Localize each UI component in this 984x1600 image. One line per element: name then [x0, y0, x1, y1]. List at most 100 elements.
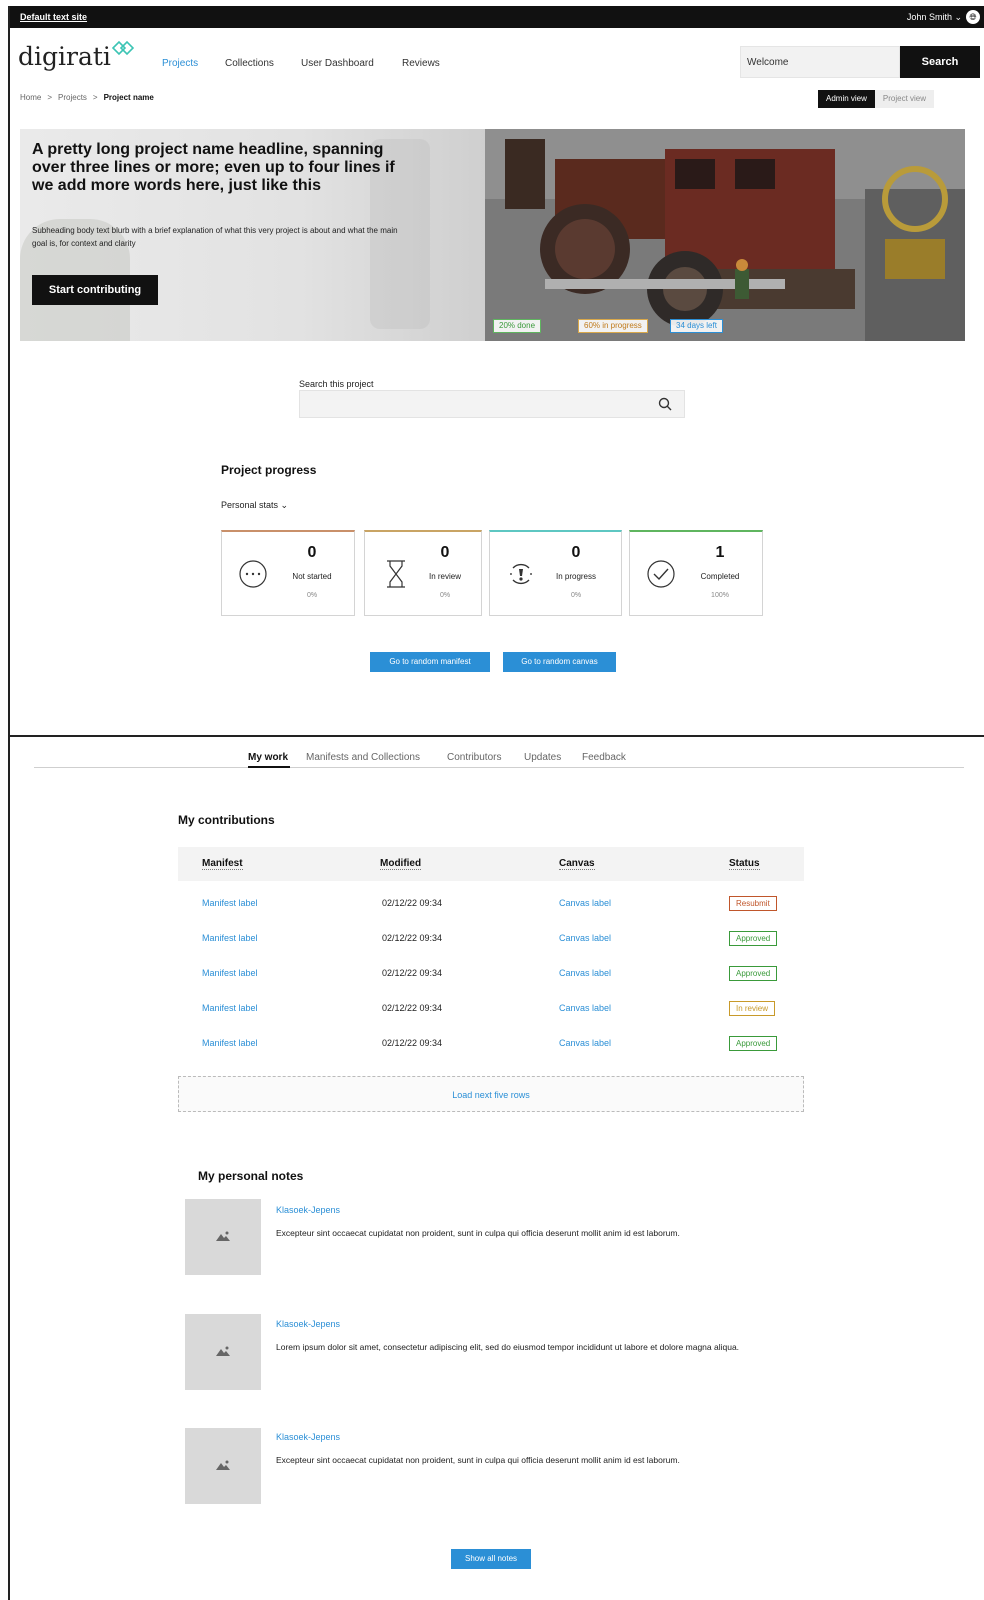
nav-reviews[interactable]: Reviews — [402, 58, 440, 69]
personal-stats-dropdown[interactable]: Personal stats ⌄ — [221, 500, 288, 511]
tab-feedback[interactable]: Feedback — [582, 752, 626, 763]
completed-count: 1 — [715, 544, 725, 561]
canvas-link[interactable]: Canvas label — [559, 933, 611, 943]
search-icon[interactable] — [658, 397, 672, 411]
breadcrumb: Home > Projects > Project name — [20, 93, 154, 102]
manifest-link[interactable]: Manifest label — [202, 898, 258, 908]
canvas-link[interactable]: Canvas label — [559, 968, 611, 978]
breadcrumb-home[interactable]: Home — [20, 93, 41, 102]
in-progress-label: In progress — [555, 572, 597, 581]
status-badge: Resubmit — [729, 896, 777, 911]
nav-projects[interactable]: Projects — [162, 58, 198, 69]
admin-view-button[interactable]: Admin view — [818, 90, 875, 108]
personal-notes-title: My personal notes — [198, 1169, 304, 1183]
in-progress-badge: 60% in progress — [578, 319, 648, 333]
image-placeholder-icon — [216, 1231, 230, 1241]
search-project-label: Search this project — [299, 379, 374, 389]
view-toggle: Admin view Project view — [818, 90, 935, 108]
column-modified[interactable]: Modified — [380, 858, 422, 870]
hourglass-icon — [387, 560, 405, 588]
my-contributions-title: My contributions — [178, 813, 275, 827]
tab-contributors[interactable]: Contributors — [447, 752, 501, 763]
nav-user-dashboard[interactable]: User Dashboard — [301, 58, 374, 69]
in-review-percent: 0% — [439, 592, 451, 599]
check-circle-icon — [647, 560, 675, 588]
project-progress-title: Project progress — [221, 463, 317, 477]
table-header — [178, 847, 804, 881]
note-thumbnail — [185, 1314, 261, 1390]
project-title: A pretty long project name headline, spa… — [32, 141, 395, 194]
card-completed: 1 Completed 100% — [629, 530, 763, 616]
column-manifest[interactable]: Manifest — [202, 858, 243, 870]
modified-date: 02/12/22 09:34 — [382, 933, 443, 943]
status-badge: Approved — [729, 1036, 778, 1051]
tab-my-work[interactable]: My work — [248, 752, 288, 763]
site-search-input[interactable]: Welcome — [740, 46, 900, 78]
manifest-link[interactable]: Manifest label — [202, 968, 258, 978]
page-frame: Default text site John Smith ⌄ 🌐︎ digira… — [8, 6, 984, 1600]
site-search-button[interactable]: Search — [900, 46, 980, 78]
logo-mark-icon — [112, 40, 134, 56]
manifest-link[interactable]: Manifest label — [202, 933, 258, 943]
image-placeholder-icon — [216, 1346, 230, 1356]
modified-date: 02/12/22 09:34 — [382, 1003, 443, 1013]
note-author[interactable]: Klasoek-Jepens — [276, 1319, 340, 1329]
load-more-button[interactable]: Load next five rows — [178, 1076, 804, 1112]
default-site-link[interactable]: Default text site — [20, 12, 87, 22]
in-progress-count: 0 — [571, 544, 581, 561]
card-not-started: 0 Not started 0% — [221, 530, 355, 616]
search-project-input[interactable] — [299, 390, 685, 418]
progress-cycle-icon — [510, 563, 532, 585]
project-subtitle: Subheading body text blurb with a brief … — [32, 226, 398, 248]
manifest-link[interactable]: Manifest label — [202, 1038, 258, 1048]
note-author[interactable]: Klasoek-Jepens — [276, 1432, 340, 1442]
start-contributing-button[interactable]: Start contributing — [32, 275, 158, 305]
column-status[interactable]: Status — [729, 858, 760, 870]
breadcrumb-projects[interactable]: Projects — [58, 93, 87, 102]
manifest-link[interactable]: Manifest label — [202, 1003, 258, 1013]
user-menu[interactable]: John Smith ⌄ — [907, 12, 962, 23]
more-circle-icon — [239, 560, 267, 588]
show-all-notes-button[interactable]: Show all notes — [451, 1549, 531, 1569]
modified-date: 02/12/22 09:34 — [382, 1038, 443, 1048]
note-text: Excepteur sint occaecat cupidatat non pr… — [276, 1455, 680, 1465]
logo[interactable]: digirati — [18, 42, 111, 71]
in-progress-percent: 0% — [570, 592, 582, 599]
note-text: Excepteur sint occaecat cupidatat non pr… — [276, 1228, 680, 1238]
note-thumbnail — [185, 1199, 261, 1275]
tab-bar-line — [34, 767, 964, 768]
done-badge: 20% done — [493, 319, 542, 333]
status-badge: Approved — [729, 966, 778, 981]
hero-banner: A pretty long project name headline, spa… — [20, 129, 965, 341]
random-canvas-button[interactable]: Go to random canvas — [503, 652, 616, 672]
modified-date: 02/12/22 09:34 — [382, 968, 443, 978]
completed-label: Completed — [700, 572, 740, 581]
column-canvas[interactable]: Canvas — [559, 858, 595, 870]
canvas-link[interactable]: Canvas label — [559, 1038, 611, 1048]
note-author[interactable]: Klasoek-Jepens — [276, 1205, 340, 1215]
active-tab-indicator — [248, 766, 290, 768]
in-review-label: In review — [428, 572, 461, 581]
random-manifest-button[interactable]: Go to random manifest — [370, 652, 490, 672]
tab-updates[interactable]: Updates — [524, 752, 561, 763]
note-thumbnail — [185, 1428, 261, 1504]
card-in-review: 0 In review 0% — [364, 530, 482, 616]
status-badge: In review — [729, 1001, 776, 1016]
image-placeholder-icon — [216, 1460, 230, 1470]
not-started-percent: 0% — [306, 592, 318, 599]
top-bar: Default text site John Smith ⌄ 🌐︎ — [10, 6, 984, 28]
hero-train-image — [485, 129, 965, 341]
globe-icon[interactable]: 🌐︎ — [966, 10, 980, 24]
canvas-link[interactable]: Canvas label — [559, 898, 611, 908]
project-view-button[interactable]: Project view — [874, 90, 935, 108]
canvas-link[interactable]: Canvas label — [559, 1003, 611, 1013]
breadcrumb-current: Project name — [103, 93, 154, 102]
completed-percent: 100% — [711, 592, 729, 599]
status-badge: Approved — [729, 931, 778, 946]
section-divider — [8, 735, 984, 737]
nav-collections[interactable]: Collections — [225, 58, 274, 69]
in-review-count: 0 — [440, 544, 450, 561]
tab-manifests-collections[interactable]: Manifests and Collections — [306, 752, 420, 763]
not-started-count: 0 — [307, 544, 317, 561]
not-started-label: Not started — [292, 572, 332, 581]
